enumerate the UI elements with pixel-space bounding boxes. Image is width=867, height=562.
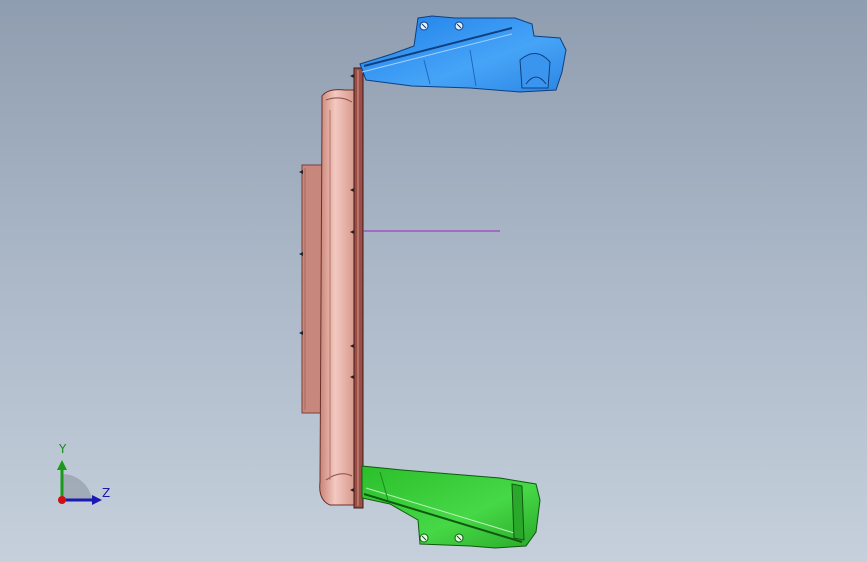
z-axis-label: Z — [102, 486, 111, 500]
y-axis-label: Y — [59, 442, 67, 456]
cad-viewport[interactable]: Y Z — [0, 0, 867, 562]
lower-bracket[interactable] — [361, 465, 541, 549]
upper-bracket[interactable] — [359, 15, 567, 93]
cad-model[interactable] — [0, 0, 867, 562]
main-panel[interactable] — [319, 89, 355, 506]
axis-triad-icon — [57, 460, 102, 505]
